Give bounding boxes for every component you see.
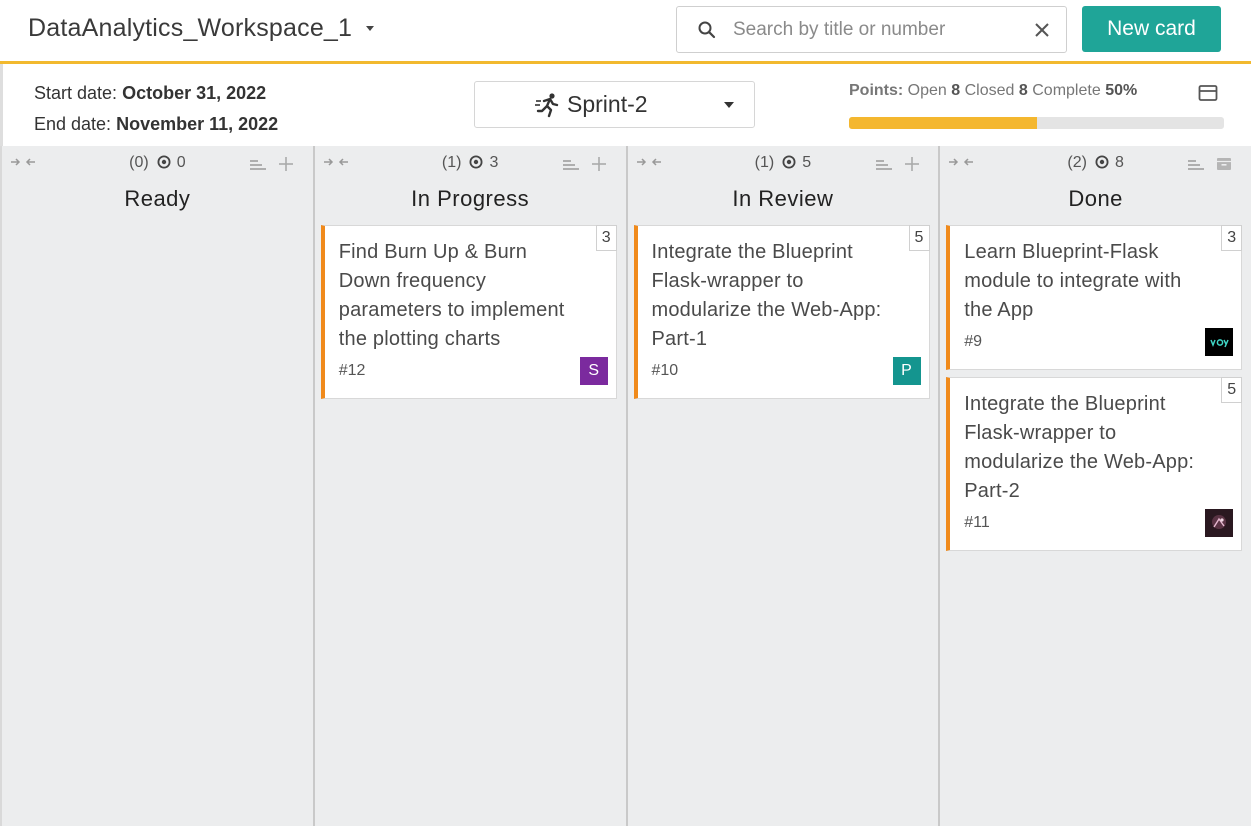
column-header: (1) 5	[628, 146, 939, 180]
card-number: #10	[651, 362, 679, 379]
avatar[interactable]	[1205, 509, 1234, 537]
column-in-review: (1) 5 In Review Integrate the Blueprint F…	[625, 146, 939, 826]
card-number: #9	[964, 333, 983, 350]
card-title: Find Burn Up & Burn Down frequency param…	[338, 241, 565, 350]
target-icon	[782, 155, 796, 169]
column-ready: (0) 0 Ready	[0, 146, 313, 826]
closed-label: Closed	[964, 82, 1015, 99]
sort-icon[interactable]	[562, 159, 580, 171]
chevron-down-icon	[724, 102, 734, 108]
card[interactable]: Integrate the Blueprint Flask-wrapper to…	[946, 377, 1243, 551]
search-input[interactable]	[733, 15, 1023, 45]
card-points: 3	[595, 225, 617, 251]
panel-collapse-icon[interactable]	[1198, 84, 1218, 102]
sprint-dates: Start date: October 31, 2022 End date: N…	[34, 78, 278, 140]
target-icon	[1095, 155, 1109, 169]
kanban-board: (0) 0 Ready (1) 3 In Progress Find Burn …	[0, 146, 1251, 826]
complete-percent: 50%	[1105, 82, 1138, 99]
closed-points: 8	[1018, 82, 1028, 99]
card-count: (1)	[754, 154, 775, 171]
card-points: 3	[1221, 225, 1243, 251]
card-count: (1)	[441, 154, 462, 171]
sprint-progress-bar	[849, 117, 1224, 129]
end-date-row: End date: November 11, 2022	[34, 109, 278, 140]
card-title: Integrate the Blueprint Flask-wrapper to…	[651, 241, 882, 350]
new-card-button[interactable]: New card	[1082, 6, 1221, 52]
workspace-selector[interactable]: DataAnalytics_Workspace_1	[28, 14, 375, 43]
avatar[interactable]: P	[892, 357, 921, 385]
sprint-progress-fill	[849, 117, 1037, 129]
card-count: (0)	[129, 154, 149, 171]
avatar-image	[1210, 339, 1229, 348]
column-points: 0	[176, 154, 186, 171]
plus-icon[interactable]	[591, 156, 607, 172]
sort-icon[interactable]	[1187, 159, 1205, 171]
sprint-selector[interactable]: Sprint-2	[474, 81, 755, 128]
workspace-name: DataAnalytics_Workspace_1	[28, 14, 353, 42]
sort-icon[interactable]	[249, 159, 267, 171]
points-label: Points:	[849, 82, 904, 99]
chevron-down-icon	[366, 26, 375, 31]
start-date-label: Start date:	[34, 83, 118, 103]
sort-icon[interactable]	[875, 159, 893, 171]
complete-label: Complete	[1032, 82, 1101, 99]
column-title: In Review	[732, 186, 834, 211]
open-points: 8	[951, 82, 961, 99]
points-summary: Points: Open 8 Closed 8 Complete 50%	[849, 82, 1137, 100]
top-bar: DataAnalytics_Workspace_1 New card	[0, 0, 1251, 62]
card-count: (2)	[1067, 154, 1087, 171]
column-header: (0) 0	[2, 146, 313, 180]
column-done: (2) 8 Done Learn Blueprint-Flask module t…	[938, 146, 1251, 826]
target-icon	[469, 155, 483, 169]
search-icon	[698, 21, 716, 39]
start-date-row: Start date: October 31, 2022	[34, 78, 278, 109]
column-header: (2) 8	[940, 146, 1251, 180]
avatar[interactable]	[1205, 328, 1234, 356]
avatar-image	[1205, 509, 1234, 537]
avatar[interactable]: S	[579, 357, 608, 385]
sprint-name: Sprint-2	[567, 91, 648, 117]
card-number: #12	[338, 362, 366, 379]
target-icon	[157, 155, 171, 169]
column-points: 5	[802, 154, 812, 171]
plus-icon[interactable]	[904, 156, 920, 172]
column-title: Ready	[124, 186, 191, 211]
column-header: (1) 3	[315, 146, 626, 180]
card-title: Integrate the Blueprint Flask-wrapper to…	[964, 393, 1195, 502]
column-points: 3	[489, 154, 499, 171]
close-icon[interactable]	[1028, 16, 1056, 44]
card-title: Learn Blueprint-Flask module to integrat…	[964, 241, 1182, 321]
card-number: #11	[964, 514, 990, 531]
open-label: Open	[907, 82, 947, 99]
column-title: Done	[1068, 186, 1123, 211]
card-points: 5	[908, 225, 930, 251]
column-points: 8	[1114, 154, 1124, 171]
card[interactable]: Learn Blueprint-Flask module to integrat…	[946, 225, 1243, 370]
column-title: In Progress	[411, 186, 530, 211]
archive-icon[interactable]	[1216, 156, 1232, 172]
start-date-value: October 31, 2022	[122, 83, 267, 103]
end-date-value: November 11, 2022	[116, 114, 279, 134]
column-in-progress: (1) 3 In Progress Find Burn Up & Burn Dow…	[312, 146, 626, 826]
runner-icon	[535, 93, 559, 118]
sprint-bar: Start date: October 31, 2022 End date: N…	[0, 64, 1251, 146]
search-box	[676, 6, 1067, 53]
end-date-label: End date:	[34, 114, 112, 134]
card[interactable]: Find Burn Up & Burn Down frequency param…	[320, 225, 617, 399]
plus-icon[interactable]	[278, 156, 294, 172]
card-points: 5	[1221, 377, 1243, 403]
card[interactable]: Integrate the Blueprint Flask-wrapper to…	[633, 225, 930, 399]
